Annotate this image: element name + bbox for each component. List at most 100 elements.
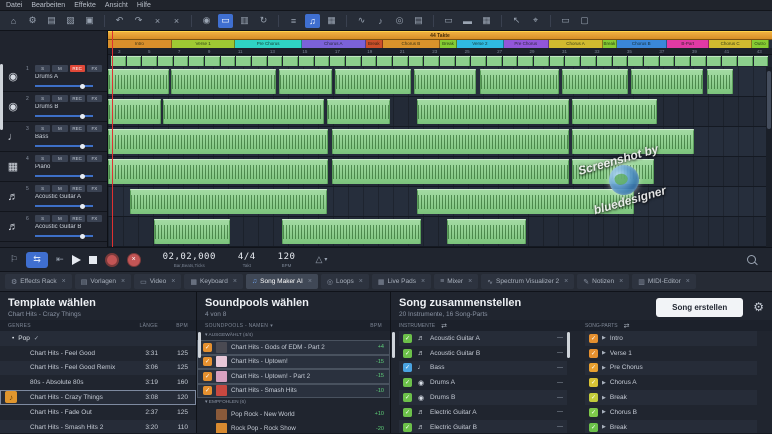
volume-slider[interactable] — [35, 234, 93, 238]
volume-slider[interactable] — [35, 174, 93, 178]
checkbox[interactable]: ✓ — [203, 343, 212, 352]
audio-clip[interactable] — [108, 129, 328, 154]
solo-button[interactable]: S — [35, 65, 50, 72]
audio-clip[interactable] — [417, 99, 568, 124]
fx-button[interactable]: FX — [87, 185, 102, 192]
song-part-row[interactable]: ✓▶Chorus A — [585, 375, 757, 390]
volume-slider-thumb[interactable] — [80, 84, 85, 89]
instrument-row[interactable]: ✓♬Acoustic Guitar A— — [399, 331, 567, 346]
template-row[interactable]: Chart Hits - Feel Good3:31125 — [0, 346, 196, 361]
close-icon[interactable]: × — [233, 278, 237, 285]
instruments-scrollbar[interactable] — [392, 332, 395, 358]
section-chorus-b[interactable]: Chorus B — [617, 40, 667, 48]
mute-button[interactable]: M — [52, 125, 67, 132]
volume-slider-thumb[interactable] — [80, 114, 85, 119]
audio-clip[interactable] — [572, 159, 654, 184]
volume-slider[interactable] — [35, 144, 93, 148]
section-chorus-b[interactable]: Chorus B — [383, 40, 440, 48]
close-icon[interactable]: × — [468, 278, 472, 285]
volume-slider[interactable] — [35, 84, 93, 88]
tab-spectrum-visualizer-2[interactable]: ∿Spectrum Visualizer 2× — [481, 274, 574, 289]
menu-effekte[interactable]: Effekte — [74, 2, 96, 9]
section-verse-2[interactable]: Verse 2 — [457, 40, 503, 48]
record-arm-button[interactable]: REC — [70, 185, 85, 192]
section-chorus-c[interactable]: Chorus C — [709, 40, 751, 48]
new-project-icon[interactable]: ▤ — [44, 14, 59, 28]
soundpool-group-header[interactable]: ▾ AUSGEWÄHLT (4/4) — [197, 331, 390, 340]
audio-clip[interactable] — [108, 69, 169, 94]
checkbox[interactable]: ✓ — [403, 423, 412, 432]
track-header-drums-a[interactable]: ◉1SMRECFXDrums A — [0, 62, 107, 92]
tab-keyboard[interactable]: ▦Keyboard× — [184, 274, 243, 289]
instrument-row[interactable]: ✓♬Electric Guitar A— — [399, 405, 567, 420]
instruments-scrollbar-right[interactable] — [567, 332, 570, 358]
options-dash[interactable]: — — [557, 395, 563, 401]
section-break[interactable]: Break — [440, 40, 457, 48]
checkbox[interactable]: ✓ — [203, 386, 212, 395]
audio-clip[interactable] — [327, 99, 390, 124]
loop-button[interactable]: ⇆ — [26, 252, 48, 268]
checkbox[interactable] — [203, 424, 212, 433]
tab-live-pads[interactable]: ▦Live Pads× — [372, 274, 431, 289]
checkbox[interactable] — [203, 410, 212, 419]
audio-clip[interactable] — [417, 189, 634, 214]
options-dash[interactable]: — — [557, 380, 563, 386]
record-arm-button[interactable]: REC — [70, 215, 85, 222]
options-dash[interactable]: — — [557, 335, 563, 341]
snap-icon[interactable]: ⌖ — [528, 14, 543, 28]
settings-icon[interactable]: ⚙ — [25, 14, 40, 28]
instruments-icon[interactable]: ♪ — [373, 14, 388, 28]
soundpool-row[interactable]: ✓Chart Hits - Smash Hits-10 — [197, 384, 390, 399]
pointer-icon[interactable]: ↖ — [509, 14, 524, 28]
template-row[interactable]: 80s - Absolute 80s3:19160 — [0, 375, 196, 390]
tab-loops[interactable]: ◎Loops× — [321, 274, 369, 289]
files-icon[interactable]: ▤ — [411, 14, 426, 28]
audio-clip[interactable] — [163, 99, 324, 124]
template-row[interactable]: Chart Hits - Fade Out2:37125 — [0, 405, 196, 420]
sort-caret-icon[interactable]: ▾ — [270, 323, 273, 329]
record-arm-button[interactable]: REC — [70, 65, 85, 72]
mute-button[interactable]: M — [52, 155, 67, 162]
solo-button[interactable]: S — [35, 95, 50, 102]
close-icon[interactable]: × — [564, 278, 568, 285]
audio-clip[interactable] — [279, 69, 332, 94]
audio-clip[interactable] — [631, 69, 703, 94]
tab-mixer[interactable]: ≡Mixer× — [434, 274, 478, 289]
mute-button[interactable]: M — [52, 185, 67, 192]
delete-icon[interactable]: × — [169, 14, 184, 28]
fx-button[interactable]: FX — [87, 125, 102, 132]
menu-hilfe[interactable]: Hilfe — [137, 2, 151, 9]
shuffle-instruments-icon[interactable]: ⇄ — [441, 322, 447, 330]
undo-icon[interactable]: ↶ — [112, 14, 127, 28]
template-row[interactable]: ♪Chart Hits - Crazy Things3:08120 — [0, 390, 196, 405]
track-header-piano[interactable]: ▦4SMRECFXPiano — [0, 152, 107, 182]
close-icon[interactable]: × — [62, 278, 66, 285]
section-pre-chorus[interactable]: Pre Chorus — [504, 40, 549, 48]
close-icon[interactable]: × — [619, 278, 623, 285]
checkbox[interactable]: ✓ — [589, 349, 598, 358]
solo-button[interactable]: S — [35, 155, 50, 162]
audio-clip[interactable] — [447, 219, 526, 244]
timeline-ruler[interactable]: 35791113151719212325272931333537394143 — [108, 48, 772, 55]
checkbox[interactable]: ✓ — [589, 378, 598, 387]
instrument-row[interactable]: ✓♬Electric Guitar B— — [399, 420, 567, 433]
volume-slider-thumb[interactable] — [80, 234, 85, 239]
section-pre-chorus[interactable]: Pre Chorus — [235, 40, 301, 48]
instrument-row[interactable]: ✓◉Drums B— — [399, 390, 567, 405]
track-list-icon[interactable]: ≡ — [286, 14, 301, 28]
marker-flag-icon[interactable]: ⚐ — [10, 254, 18, 265]
solo-button[interactable]: S — [35, 215, 50, 222]
checkbox[interactable]: ✓ — [403, 408, 412, 417]
template-row[interactable]: Chart Hits - Feel Good Remix3:06125 — [0, 361, 196, 376]
volume-slider-thumb[interactable] — [80, 204, 85, 209]
volume-slider[interactable] — [35, 114, 93, 118]
fx-button[interactable]: FX — [87, 155, 102, 162]
monitor-icon[interactable]: ▭ — [441, 14, 456, 28]
soundpool-row[interactable]: ✓Chart Hits - Uptown!-15 — [197, 355, 390, 370]
arranger-scrollbar-thumb[interactable] — [767, 71, 771, 129]
soundpools-scrollbar[interactable] — [198, 332, 201, 358]
options-dash[interactable]: — — [557, 409, 563, 415]
instrument-row[interactable]: ✓◉Drums A— — [399, 375, 567, 390]
chat-icon[interactable]: ▭ — [558, 14, 573, 28]
audio-clip[interactable] — [707, 69, 733, 94]
